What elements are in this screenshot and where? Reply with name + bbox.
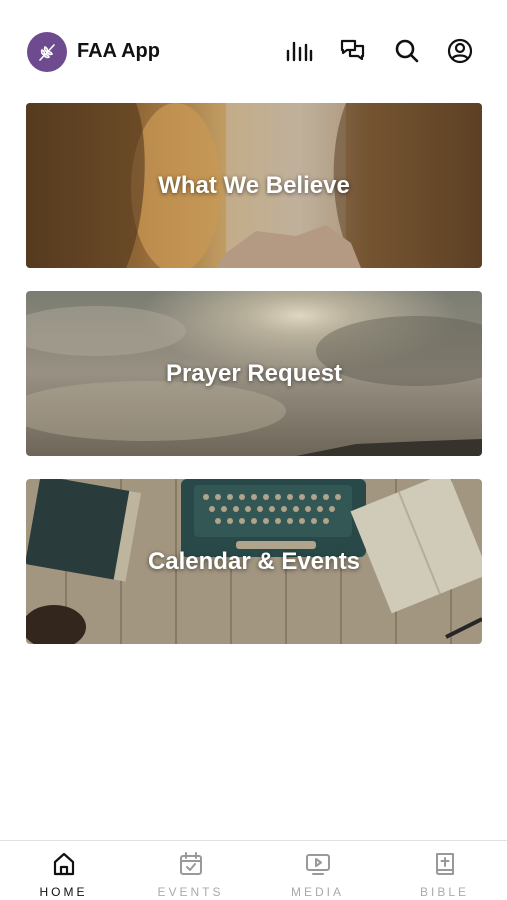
profile-icon [447,38,473,64]
messages-button[interactable] [338,36,368,66]
search-icon [395,39,419,63]
wheat-icon [39,44,55,61]
profile-button[interactable] [445,36,475,66]
card-title: Calendar & Events [147,547,361,575]
card-prayer-request[interactable]: Prayer Request [26,291,482,456]
card-title: Prayer Request [165,359,343,387]
app-title: FAA App [77,40,160,62]
tab-bible[interactable]: BIBLE [381,841,507,900]
tab-label: BIBLE [419,885,470,899]
tab-home[interactable]: HOME [0,841,127,900]
card-what-we-believe[interactable]: What We Believe [26,103,482,268]
tab-label: EVENTS [157,885,224,899]
tab-label: MEDIA [290,885,344,899]
app-header: FAA App [0,0,507,100]
app-logo[interactable] [27,32,67,72]
tab-events[interactable]: EVENTS [127,841,254,900]
chat-icon [340,39,365,61]
bar-chart-icon [286,41,313,62]
search-button[interactable] [392,36,422,66]
card-calendar-events[interactable]: Calendar & Events [26,479,482,644]
card-title: What We Believe [158,171,350,199]
stats-button[interactable] [284,36,314,66]
tab-label: HOME [39,885,88,899]
home-icon [53,852,74,876]
video-icon [305,854,330,875]
tab-media[interactable]: MEDIA [254,841,381,900]
calendar-icon [179,852,202,875]
bottom-tab-bar: HOME EVENTS MEDIA BIBLE [0,840,507,900]
bible-icon [435,853,454,875]
